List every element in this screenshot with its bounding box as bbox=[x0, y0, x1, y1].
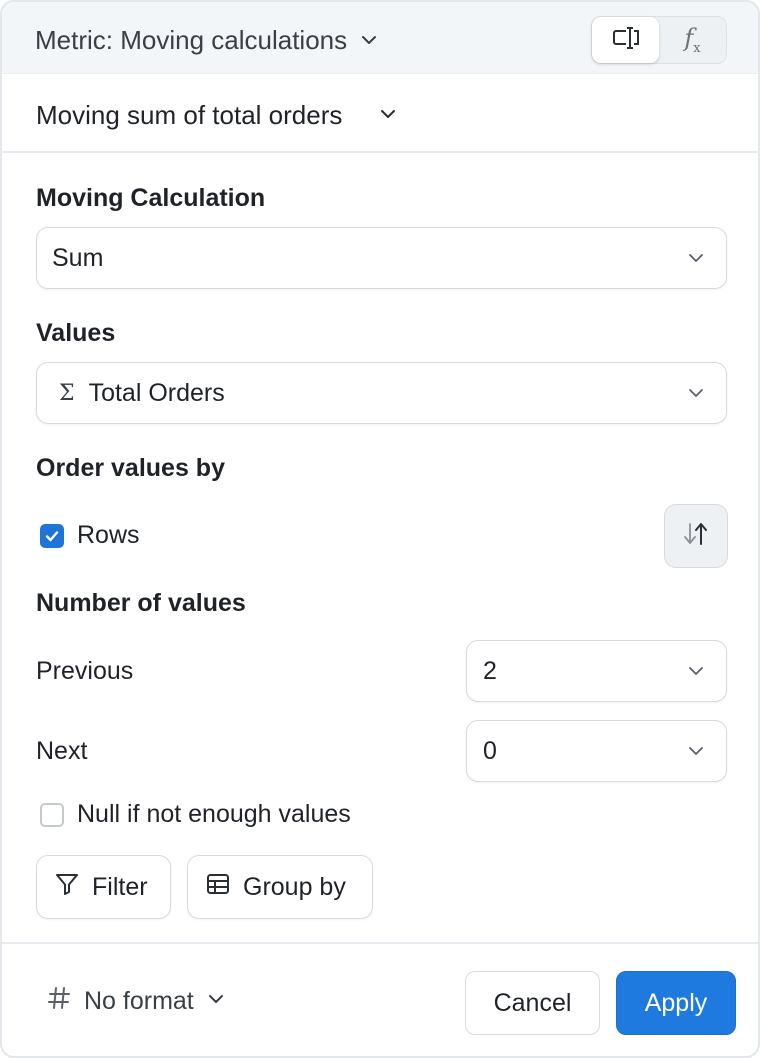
order-values-label: Order values by bbox=[36, 454, 225, 482]
chevron-down-icon bbox=[666, 662, 726, 680]
apply-button[interactable]: Apply bbox=[616, 971, 736, 1035]
function-icon: fx bbox=[684, 24, 701, 56]
moving-calculation-panel: Metric: Moving calculations fx Moving su… bbox=[0, 0, 760, 1058]
moving-calculation-value: Sum bbox=[52, 243, 104, 272]
values-select[interactable]: Σ Total Orders bbox=[36, 362, 727, 424]
calculation-name-dropdown[interactable]: Moving sum of total orders bbox=[36, 99, 398, 131]
number-of-values-label: Number of values bbox=[36, 589, 246, 617]
filter-icon bbox=[54, 871, 80, 904]
filter-button[interactable]: Filter bbox=[36, 855, 171, 919]
filter-label: Filter bbox=[92, 872, 148, 901]
editor-mode-toggle: fx bbox=[591, 16, 727, 64]
chevron-down-icon bbox=[666, 742, 726, 760]
null-if-not-enough-label[interactable]: Null if not enough values bbox=[77, 800, 351, 829]
format-label: No format bbox=[84, 986, 194, 1015]
chevron-down-icon bbox=[206, 987, 226, 1016]
moving-calculation-select[interactable]: Sum bbox=[36, 227, 727, 289]
calculation-name-row: Moving sum of total orders bbox=[2, 75, 758, 153]
values-value: Total Orders bbox=[88, 378, 225, 407]
format-dropdown[interactable]: No format bbox=[46, 984, 226, 1018]
cancel-button[interactable]: Cancel bbox=[465, 971, 600, 1035]
sort-arrows-icon bbox=[681, 520, 711, 553]
table-icon bbox=[205, 871, 231, 904]
text-cursor-icon bbox=[612, 26, 640, 55]
previous-value: 2 bbox=[483, 656, 497, 685]
values-label: Values bbox=[36, 319, 116, 347]
hash-icon bbox=[46, 985, 72, 1018]
calculation-name: Moving sum of total orders bbox=[36, 99, 343, 130]
metric-title: Metric: Moving calculations bbox=[35, 24, 348, 55]
rows-checkbox[interactable] bbox=[40, 524, 64, 548]
previous-label: Previous bbox=[36, 657, 134, 685]
chevron-down-icon bbox=[359, 30, 379, 50]
sort-direction-button[interactable] bbox=[664, 504, 728, 568]
previous-select[interactable]: 2 bbox=[466, 640, 727, 702]
panel-footer: No format Cancel Apply bbox=[2, 942, 758, 1056]
visual-mode-tab[interactable] bbox=[592, 17, 659, 63]
null-if-not-enough-checkbox[interactable] bbox=[40, 803, 64, 827]
rows-label[interactable]: Rows bbox=[77, 521, 140, 550]
metric-type-dropdown[interactable]: Metric: Moving calculations bbox=[35, 24, 379, 56]
group-by-button[interactable]: Group by bbox=[187, 855, 373, 919]
chevron-down-icon bbox=[666, 249, 726, 267]
next-select[interactable]: 0 bbox=[466, 720, 727, 782]
moving-calculation-label: Moving Calculation bbox=[36, 184, 266, 212]
formula-mode-tab[interactable]: fx bbox=[659, 17, 726, 63]
sigma-icon: Σ bbox=[59, 380, 75, 406]
panel-header: Metric: Moving calculations fx bbox=[2, 2, 758, 74]
next-label: Next bbox=[36, 737, 88, 765]
check-icon bbox=[45, 531, 59, 542]
chevron-down-icon bbox=[666, 384, 726, 402]
chevron-down-icon bbox=[378, 100, 398, 131]
next-value: 0 bbox=[483, 736, 497, 765]
group-by-label: Group by bbox=[243, 872, 346, 901]
